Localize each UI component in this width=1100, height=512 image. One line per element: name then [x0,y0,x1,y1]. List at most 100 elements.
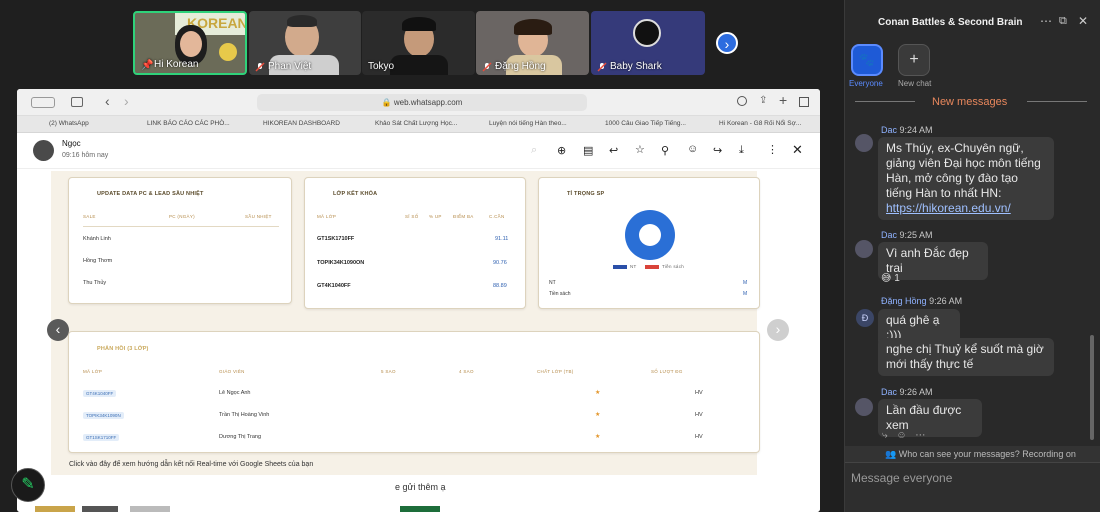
back-icon[interactable]: ‹ [105,93,110,109]
obs-logo-icon [633,19,661,47]
chevron-right-icon: › [775,321,781,337]
media-thumbnail[interactable] [400,506,440,512]
emoji-icon[interactable]: ☺ [687,143,698,155]
sale-name: Thu Thủy [83,280,107,286]
media-thumbnail[interactable] [82,506,118,512]
star-icon: ★ [595,412,601,418]
more-icon[interactable]: ⋮ [767,143,778,156]
participant-tile-dang-hong[interactable]: Đặng Hồng [476,11,589,75]
reply-icon[interactable]: ⤷ [882,430,888,441]
tab-hikorean-dashboard[interactable]: HIKOREAN DASHBOARD [263,120,340,127]
mic-muted-icon [482,61,492,72]
recording-notice[interactable]: 👥 Who can see your messages? Recording o… [845,446,1100,462]
react-icon[interactable]: ☺ [896,430,906,441]
media-thumbnail[interactable] [130,506,170,512]
new-tab-icon[interactable]: + [779,92,787,108]
new-messages-divider: New messages [932,96,1008,108]
participant-name: Baby Shark [610,61,662,72]
address-bar[interactable]: 🔒 web.whatsapp.com [257,94,587,111]
participant-name: Đặng Hồng [495,61,546,72]
share-icon[interactable]: ⇪ [759,95,767,106]
layout-icon[interactable] [71,97,83,107]
close-icon[interactable]: ✕ [792,142,803,158]
sale-name: Khánh Linh [83,236,111,242]
new-chat-button[interactable]: + [898,44,930,76]
tab-overview-icon[interactable] [799,97,809,107]
star-icon: ★ [595,390,601,396]
card-lop-ket-khoa: LỚP KẾT KHÓA MÃ LỚP SĨ SỐ % UP ĐIỂM BA C… [304,177,526,309]
media-caption: e gửi thêm ạ [395,482,446,492]
reply-icon[interactable]: ↩ [609,144,618,157]
shared-screen: ‹ › 🔒 web.whatsapp.com ⇪ + (2) WhatsApp … [17,89,820,512]
dashboard-footer-link[interactable]: Click vào đây để xem hướng dẫn kết nối R… [69,461,313,468]
pin-icon: 📌 [141,59,154,71]
media-viewer: UPDATE DATA PC & LEAD SẦU NHIỆT SALE PC … [17,169,820,512]
popout-icon[interactable]: ⧉ [1059,15,1067,28]
message-placeholder: Message everyone [851,471,953,485]
chat-icon[interactable]: ▤ [583,144,593,157]
prev-media-button[interactable]: ‹ [47,319,69,341]
annotate-button[interactable]: ✎ [11,468,45,502]
participant-tile-hi-korean[interactable]: KOREAN 📌 Hi Korean [133,11,247,75]
message-link[interactable]: https://hikorean.edu.vn/ [886,201,1011,215]
card-phan-hoi: PHẢN HỒI (3 LỚP) MÃ LỚP GIÁO VIÊN 5 SAO … [68,331,760,453]
message-input[interactable]: Message everyone [845,462,1100,512]
browser-tabs: (2) WhatsApp LINK BÁO CÁO CÁC PHÒ... HIK… [17,116,820,133]
next-media-button[interactable]: › [767,319,789,341]
media-time: 09:16 hôm nay [62,152,109,159]
reaction[interactable]: 😅 1 [881,273,900,284]
user-avatar: Đ [856,309,874,327]
forward-icon[interactable]: ↪ [713,144,722,157]
dac-avatar [855,240,873,258]
mic-muted-icon [597,61,607,72]
media-thumbnail[interactable] [35,506,75,512]
pin-icon[interactable]: ⚲ [661,144,669,157]
sweat-smile-icon: 😅 [881,273,892,284]
next-participants-button[interactable]: › [716,32,738,54]
participant-name: Tokyo [368,61,395,72]
chat-message[interactable]: Ms Thúy, ex-Chuyên ngữ, giảng viên Đại h… [878,137,1054,220]
mic-muted-icon [255,61,265,72]
url-text: web.whatsapp.com [393,98,463,107]
contact-avatar[interactable] [33,140,54,161]
tab-everyone[interactable]: 🐾 [851,44,883,76]
sidebar-toggle-icon[interactable] [31,97,55,108]
participant-name: Hi Korean [154,59,199,70]
sale-name: Hồng Thơm [83,258,113,264]
tab-luyen-noi[interactable]: Luyện nói tiếng Hàn theo... [489,120,567,127]
search-icon[interactable]: ⌕ [531,144,537,157]
tab-khao-sat[interactable]: Khảo Sát Chất Lượng Học... [375,120,457,127]
chevron-right-icon: › [724,36,730,52]
tab-whatsapp[interactable]: (2) WhatsApp [49,120,89,127]
whatsapp-media-header: Ngọc 09:16 hôm nay ⌕ ⊕ ▤ ↩ ☆ ⚲ ☺ ↪ ⤓ ⋮ ✕ [17,133,820,169]
people-icon: 👥 [885,449,897,459]
participant-tile-tokyo[interactable]: Tokyo [362,11,475,75]
dashboard-image: UPDATE DATA PC & LEAD SẦU NHIỆT SALE PC … [51,171,760,475]
tab-1000-cau[interactable]: 1000 Câu Giao Tiếp Tiếng... [605,120,686,127]
download-icon[interactable]: ⤓ [739,144,744,157]
chat-scrollbar[interactable] [1090,335,1094,440]
close-icon[interactable]: ✕ [1078,14,1088,28]
tab-link-bao-cao[interactable]: LINK BÁO CÁO CÁC PHÒ... [147,120,230,127]
dac-avatar [855,134,873,152]
download-icon[interactable] [737,96,747,106]
participant-tile-phan-viet[interactable]: Phan Việt [249,11,361,75]
chat-title: Conan Battles & Second Brain [878,17,1023,28]
donut-chart [625,210,675,260]
star-icon: ★ [595,434,601,440]
star-icon[interactable]: ☆ [635,143,645,156]
message-actions: ⤷ ☺ ⋯ [882,430,925,441]
dac-avatar [855,398,873,416]
tab-label-everyone: Everyone [849,79,883,88]
participant-tile-baby-shark[interactable]: Baby Shark [591,11,705,75]
tab-label-new-chat: New chat [898,79,932,88]
zoom-in-icon[interactable]: ⊕ [557,144,566,157]
more-icon[interactable]: ⋯ [915,430,925,441]
card-title: UPDATE DATA PC & LEAD SẦU NHIỆT [97,191,204,197]
chat-message[interactable]: nghe chị Thuỷ kể suốt mà giờ mới thấy th… [878,338,1054,376]
card-ti-trong-sp: TỈ TRỌNG SP NT Tiền sách NT M Tiền sách … [538,177,760,309]
tab-hi-korean-g8[interactable]: Hi Korean - G8 Rối Nổi Sợ... [719,120,801,127]
browser-toolbar: ‹ › 🔒 web.whatsapp.com ⇪ + [17,89,820,116]
forward-icon[interactable]: › [124,93,129,109]
more-options-icon[interactable]: ⋯ [1040,14,1052,28]
